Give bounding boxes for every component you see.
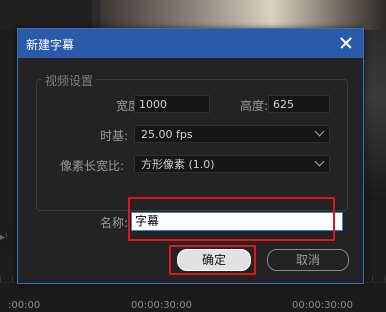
track-header-icon: ▸⁾ [0,232,8,243]
timecode-label: 00:00:30:00 [292,300,354,311]
name-label: 名称: [99,216,128,230]
timebase-value: 25.00 fps [141,128,193,141]
cancel-button[interactable]: 取消 [267,249,349,271]
pixel-aspect-select[interactable]: 方形像素 (1.0) [134,155,330,173]
new-title-dialog: 新建字幕 视频设置 宽度: 1000 高度: 625 时基: 25.00 fps… [17,28,364,284]
width-input[interactable]: 1000 [134,95,210,113]
dialog-title: 新建字幕 [26,38,75,52]
pixel-aspect-label: 像素长宽比: [59,159,124,173]
timebase-label: 时基: [99,129,128,143]
background-divider [92,0,100,30]
timecode-label: :00:00 [8,300,41,311]
ok-highlight-box [169,245,256,275]
timecode-label: 00:00:30:00 [131,300,193,311]
close-icon[interactable] [335,32,357,54]
chevron-down-icon [314,126,325,137]
background-side-panel [362,30,386,200]
video-settings-label: 视频设置 [42,72,97,89]
name-highlight-box [128,197,335,241]
chevron-down-icon [314,156,325,167]
height-label: 高度: [239,99,268,113]
timebase-select[interactable]: 25.00 fps [134,125,330,143]
program-monitor-preview [100,0,386,30]
height-input[interactable]: 625 [268,95,330,113]
dialog-titlebar[interactable]: 新建字幕 [18,29,363,58]
background-panel [0,0,93,30]
pixel-aspect-value: 方形像素 (1.0) [141,158,215,171]
